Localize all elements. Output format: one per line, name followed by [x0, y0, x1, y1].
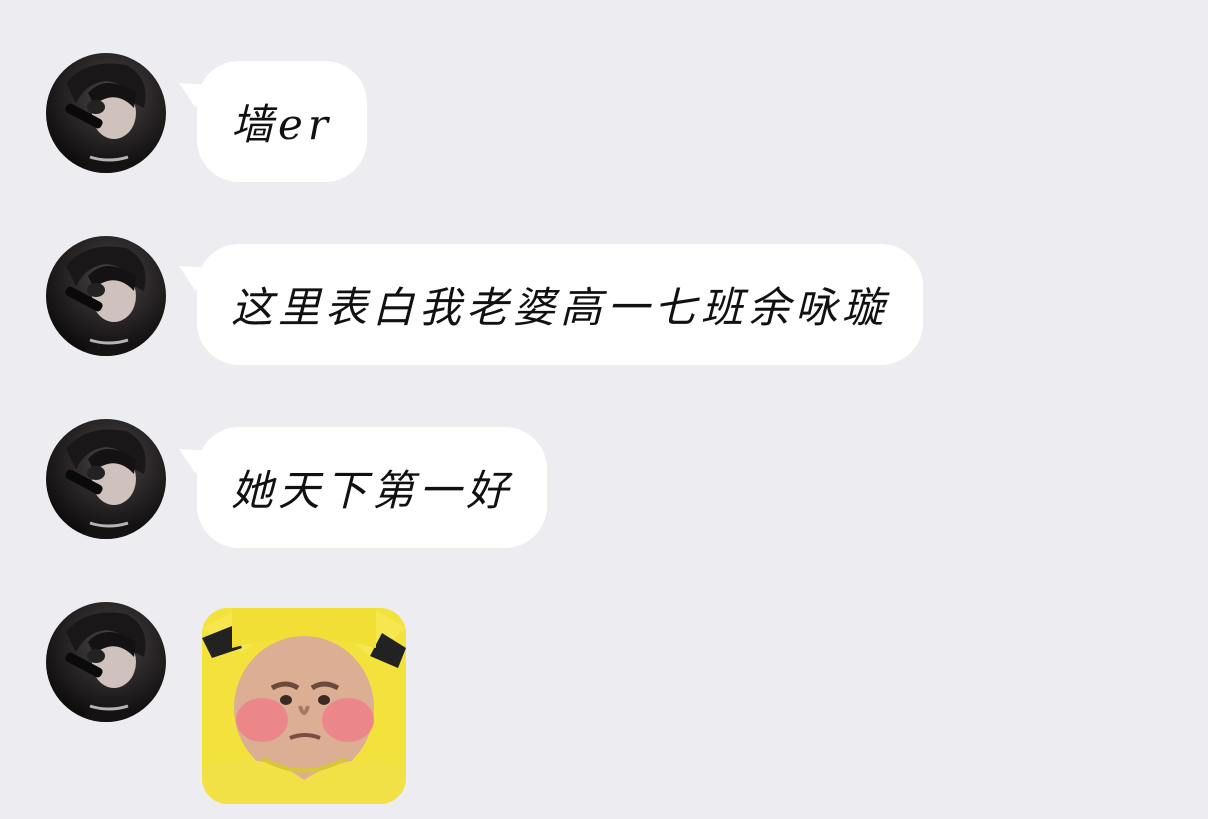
message-text: 这里表白我老婆高一七班余咏璇 [231, 283, 890, 332]
avatar-photo [65, 612, 146, 722]
message-bubble[interactable]: 墙er [197, 61, 367, 182]
message-bubble[interactable]: 这里表白我老婆高一七班余咏璇 [197, 244, 924, 365]
avatar[interactable] [46, 53, 166, 173]
message-text: 墙er [231, 100, 333, 149]
avatar[interactable] [46, 602, 166, 722]
message-text: 她天下第一好 [231, 466, 514, 515]
message-bubble[interactable]: 她天下第一好 [197, 427, 548, 548]
yellow-hood-face-sticker-icon [202, 608, 406, 804]
sticker-image[interactable] [202, 608, 406, 804]
avatar-photo [65, 429, 146, 539]
chat-window: 墙er 这里表白我老婆高一七班余咏璇 她天下第一好 [0, 0, 1208, 819]
avatar[interactable] [46, 236, 166, 356]
avatar-photo [65, 63, 146, 173]
avatar[interactable] [46, 419, 166, 539]
avatar-photo [65, 246, 146, 356]
